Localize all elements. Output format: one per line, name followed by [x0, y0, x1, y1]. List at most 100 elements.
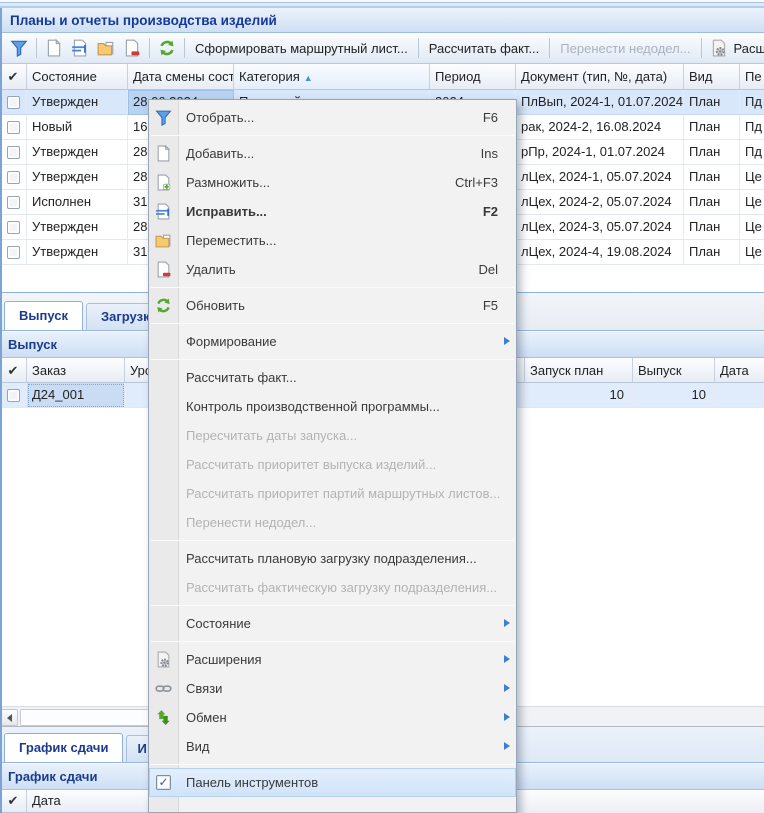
column-header-date[interactable]: Дата смены сост	[128, 64, 234, 90]
cell-dept: Пд	[740, 115, 764, 140]
calc-fact-button[interactable]: Рассчитать факт...	[423, 41, 546, 56]
menu-item-select[interactable]: Отобрать...F6	[149, 103, 516, 132]
cell-dept: Це	[740, 240, 764, 265]
menu-item-toolbar-toggle[interactable]: ✓ Панель инструментов	[149, 768, 516, 797]
menu-item-calc-planned-load[interactable]: Рассчитать плановую загрузку подразделен…	[149, 544, 516, 573]
delete-button[interactable]	[119, 36, 145, 60]
page-title: Планы и отчеты производства изделий	[0, 13, 277, 28]
extensions-button[interactable]: Расши	[706, 36, 764, 60]
edit-document-icon	[71, 39, 89, 57]
menu-item-links[interactable]: Связи	[149, 674, 516, 703]
column-header-launch-plan[interactable]: Запуск план	[525, 358, 633, 383]
cell-kind: План	[684, 215, 740, 240]
row-checkbox[interactable]	[0, 383, 27, 408]
add-button[interactable]	[41, 36, 67, 60]
cell-document: рак, 2024-2, 16.08.2024	[516, 115, 684, 140]
column-header-state[interactable]: Состояние	[27, 64, 128, 90]
menu-item-formation[interactable]: Формирование	[149, 327, 516, 356]
checked-checkbox-icon: ✓	[156, 775, 171, 790]
extension-gear-icon	[155, 651, 172, 668]
filter-button[interactable]	[6, 36, 32, 60]
cell-launch-plan: 10	[525, 383, 633, 408]
menu-item-calc-fact[interactable]: Рассчитать факт...	[149, 363, 516, 392]
cell-state: Утвержден	[27, 165, 128, 190]
row-checkbox[interactable]	[0, 115, 27, 140]
row-checkbox[interactable]	[0, 240, 27, 265]
header-check-column[interactable]: ✔	[0, 358, 27, 383]
toolbar: Сформировать маршрутный лист... Рассчита…	[0, 33, 764, 64]
toolbar-separator	[184, 38, 185, 58]
cell-order: Д24_001	[27, 383, 125, 408]
menu-separator	[151, 287, 514, 288]
cell-dept: Пд	[740, 140, 764, 165]
row-checkbox[interactable]	[0, 190, 27, 215]
menu-item-exchange[interactable]: Обмен	[149, 703, 516, 732]
sort-asc-icon: ▲	[304, 73, 313, 83]
menu-separator	[151, 359, 514, 360]
tab-vypusk[interactable]: Выпуск	[4, 301, 83, 330]
filter-icon	[155, 109, 172, 126]
toolbar-separator	[149, 38, 150, 58]
window-left-edge	[0, 8, 2, 813]
menu-item-refresh[interactable]: ОбновитьF5	[149, 291, 516, 320]
menu-item-view[interactable]: Вид	[149, 732, 516, 761]
menu-item-add[interactable]: Добавить...Ins	[149, 139, 516, 168]
submenu-arrow-icon	[504, 713, 510, 721]
tab-schedule[interactable]: График сдачи	[4, 733, 123, 762]
column-header-document[interactable]: Документ (тип, №, дата)	[516, 64, 684, 90]
edit-button[interactable]	[67, 36, 93, 60]
column-header-kind[interactable]: Вид	[684, 64, 740, 90]
scroll-left-button[interactable]	[1, 709, 18, 726]
cell-dept: Це	[740, 215, 764, 240]
refresh-button[interactable]	[154, 36, 180, 60]
menu-item-move[interactable]: Переместить...	[149, 226, 516, 255]
menu-item-program-control[interactable]: Контроль производственной программы...	[149, 392, 516, 421]
extensions-button-label: Расши	[728, 41, 764, 56]
cell-document: лЦех, 2024-4, 19.08.2024	[516, 240, 684, 265]
row-checkbox[interactable]	[0, 215, 27, 240]
cell-document: лЦех, 2024-1, 05.07.2024	[516, 165, 684, 190]
cell-dept: Пд	[740, 90, 764, 115]
column-header-dept[interactable]: Пе	[740, 64, 764, 90]
cell-kind: План	[684, 140, 740, 165]
cell-state: Утвержден	[27, 215, 128, 240]
header-check-column[interactable]: ✔	[0, 790, 27, 813]
submenu-arrow-icon	[504, 684, 510, 692]
cell-state: Утвержден	[27, 240, 128, 265]
filter-icon	[10, 39, 28, 57]
cell-state: Новый	[27, 115, 128, 140]
menu-item-state[interactable]: Состояние	[149, 609, 516, 638]
column-header-order[interactable]: Заказ	[27, 358, 125, 383]
cell-dept: Це	[740, 165, 764, 190]
cell-dept: Це	[740, 190, 764, 215]
row-checkbox[interactable]	[0, 90, 27, 115]
menu-item-duplicate[interactable]: Размножить...Ctrl+F3	[149, 168, 516, 197]
row-checkbox[interactable]	[0, 140, 27, 165]
column-header-period[interactable]: Период	[430, 64, 516, 90]
cell-state: Исполнен	[27, 190, 128, 215]
menu-item-delete[interactable]: УдалитьDel	[149, 255, 516, 284]
menu-item-priority-output: Рассчитать приоритет выпуска изделий...	[149, 450, 516, 479]
column-header-output[interactable]: Выпуск	[633, 358, 715, 383]
menu-separator	[151, 764, 514, 765]
header-check-column[interactable]: ✔	[0, 64, 27, 90]
move-button[interactable]	[93, 36, 119, 60]
delete-document-icon	[155, 261, 172, 278]
menu-item-priority-batches: Рассчитать приоритет партий маршрутных л…	[149, 479, 516, 508]
submenu-arrow-icon	[504, 742, 510, 750]
new-document-icon	[155, 145, 172, 162]
edit-document-icon	[155, 203, 172, 220]
menu-item-extensions[interactable]: Расширения	[149, 645, 516, 674]
context-menu: Отобрать...F6 Добавить...Ins Размножить.…	[148, 99, 517, 813]
column-header-category[interactable]: Категория▲	[234, 64, 430, 90]
column-header-date[interactable]: Дата	[715, 358, 764, 383]
menu-item-edit[interactable]: Исправить...F2	[149, 197, 516, 226]
make-route-sheet-button[interactable]: Сформировать маршрутный лист...	[189, 41, 414, 56]
cell-state: Утвержден	[27, 140, 128, 165]
copy-document-icon	[155, 174, 172, 191]
submenu-arrow-icon	[504, 337, 510, 345]
menu-separator	[151, 323, 514, 324]
new-document-icon	[45, 39, 63, 57]
move-folder-icon	[155, 232, 172, 249]
row-checkbox[interactable]	[0, 165, 27, 190]
